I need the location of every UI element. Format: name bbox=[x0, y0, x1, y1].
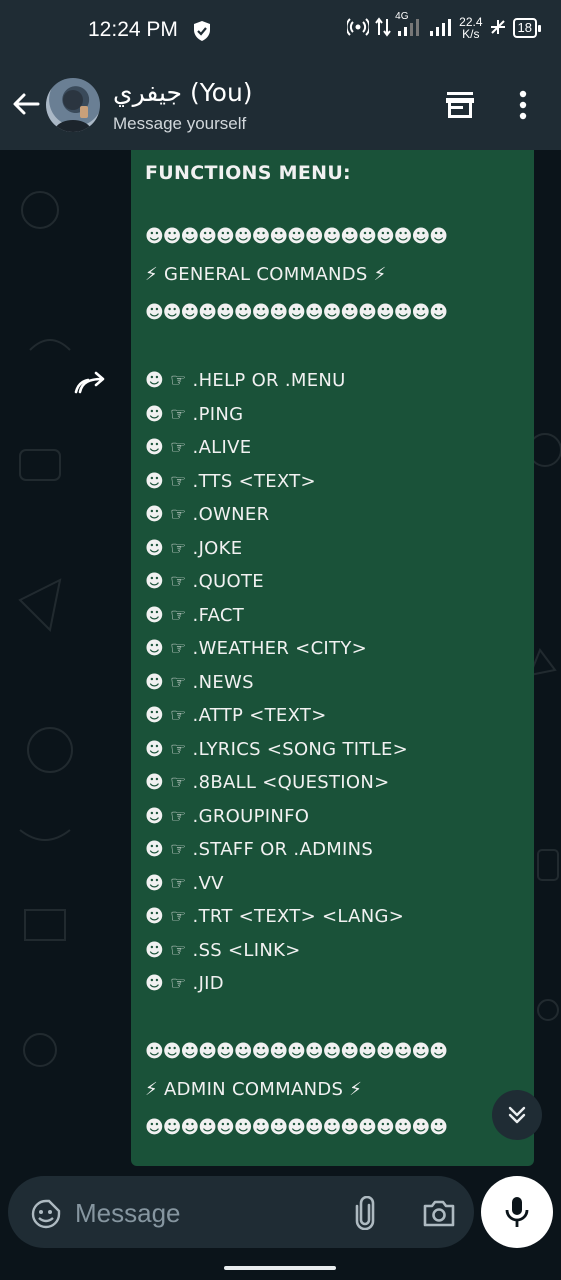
general-commands-heading: ⚡ GENERAL COMMANDS ⚡ bbox=[145, 264, 387, 285]
chat-area[interactable]: FUNCTIONS MENU: ☻☻☻☻☻☻☻☻☻☻☻☻☻☻☻☻☻ ⚡ GENE… bbox=[0, 150, 561, 1170]
avatar[interactable] bbox=[46, 78, 100, 132]
command-item: ☻ ☞ .TTS <TEXT> bbox=[145, 470, 316, 492]
status-time: 12:24 PM bbox=[88, 18, 178, 41]
chat-header: جيفري (You) Message yourself bbox=[0, 64, 561, 150]
paperclip-icon[interactable] bbox=[354, 1195, 376, 1234]
double-chevron-down-icon bbox=[508, 1106, 526, 1124]
forward-icon[interactable] bbox=[72, 364, 114, 406]
command-item: ☻ ☞ .JID bbox=[145, 973, 224, 994]
command-item: ☻ ☞ .FACT bbox=[145, 604, 245, 626]
battery-level: 18 bbox=[512, 18, 542, 38]
command-item: ☻ ☞ .VV bbox=[145, 872, 224, 894]
hotspot-icon bbox=[345, 17, 371, 39]
command-item: ☻ ☞ .NEWS bbox=[145, 671, 254, 693]
speed-unit: K/s bbox=[462, 27, 480, 41]
command-item: ☻ ☞ .PING bbox=[145, 403, 244, 425]
command-item: ☻ ☞ .QUOTE bbox=[145, 571, 264, 592]
back-arrow-icon[interactable] bbox=[10, 88, 42, 120]
emoji-divider: ☻☻☻☻☻☻☻☻☻☻☻☻☻☻☻☻☻ bbox=[145, 226, 448, 247]
microphone-button[interactable] bbox=[481, 1176, 553, 1248]
emoji-divider: ☻☻☻☻☻☻☻☻☻☻☻☻☻☻☻☻☻ bbox=[145, 1040, 448, 1062]
command-item: ☻ ☞ .8BALL <QUESTION> bbox=[145, 772, 390, 793]
wifi-off-icon bbox=[489, 18, 507, 39]
emoji-divider: ☻☻☻☻☻☻☻☻☻☻☻☻☻☻☻☻☻ bbox=[145, 1116, 448, 1138]
command-item: ☻ ☞ .OWNER bbox=[145, 504, 270, 525]
command-item: ☻ ☞ .ALIVE bbox=[145, 437, 252, 458]
store-icon[interactable] bbox=[444, 90, 476, 124]
home-indicator[interactable] bbox=[224, 1266, 336, 1270]
contact-subtitle: Message yourself bbox=[113, 114, 247, 133]
command-item: ☻ ☞ .GROUPINFO bbox=[145, 805, 310, 827]
command-item: ☻ ☞ .HELP OR .MENU bbox=[145, 370, 346, 391]
microphone-icon bbox=[505, 1197, 529, 1227]
status-indicators: 4G 22.4 K/s 18 bbox=[345, 11, 542, 40]
message-input-container[interactable] bbox=[8, 1176, 474, 1248]
command-item: ☻ ☞ .TRT <TEXT> <LANG> bbox=[145, 906, 405, 927]
admin-commands-heading: ⚡ ADMIN COMMANDS ⚡ bbox=[145, 1078, 363, 1100]
more-options-icon[interactable] bbox=[518, 90, 528, 124]
command-item: ☻ ☞ .SS <LINK> bbox=[145, 939, 301, 961]
message-input[interactable] bbox=[75, 1194, 335, 1232]
command-item: ☻ ☞ .STAFF OR .ADMINS bbox=[145, 839, 374, 860]
command-item: ☻ ☞ .ATTP <TEXT> bbox=[145, 705, 327, 726]
command-item: ☻ ☞ .LYRICS <SONG TITLE> bbox=[145, 738, 409, 760]
shield-icon bbox=[192, 20, 212, 46]
emoji-sticker-icon[interactable] bbox=[30, 1198, 62, 1234]
contact-name[interactable]: جيفري (You) bbox=[113, 78, 253, 107]
network-speed: 22.4 K/s bbox=[459, 16, 482, 40]
command-item: ☻ ☞ .JOKE bbox=[145, 537, 243, 559]
network-label: 4G bbox=[395, 10, 409, 22]
data-transfer-icon bbox=[375, 16, 391, 40]
status-bar: 12:24 PM 4G 22.4 K/s 18 bbox=[0, 0, 561, 64]
signal-4g-icon: 4G bbox=[395, 11, 423, 40]
emoji-divider: ☻☻☻☻☻☻☻☻☻☻☻☻☻☻☻☻☻ bbox=[145, 302, 448, 323]
message-bubble[interactable]: FUNCTIONS MENU: ☻☻☻☻☻☻☻☻☻☻☻☻☻☻☻☻☻ ⚡ GENE… bbox=[131, 150, 534, 1166]
camera-icon[interactable] bbox=[422, 1198, 456, 1232]
scroll-to-bottom-button[interactable] bbox=[492, 1090, 542, 1140]
message-composer bbox=[0, 1170, 561, 1280]
signal-icon bbox=[429, 17, 453, 40]
menu-title: FUNCTIONS MENU: bbox=[145, 162, 351, 184]
command-item: ☻ ☞ .WEATHER <CITY> bbox=[145, 638, 368, 659]
